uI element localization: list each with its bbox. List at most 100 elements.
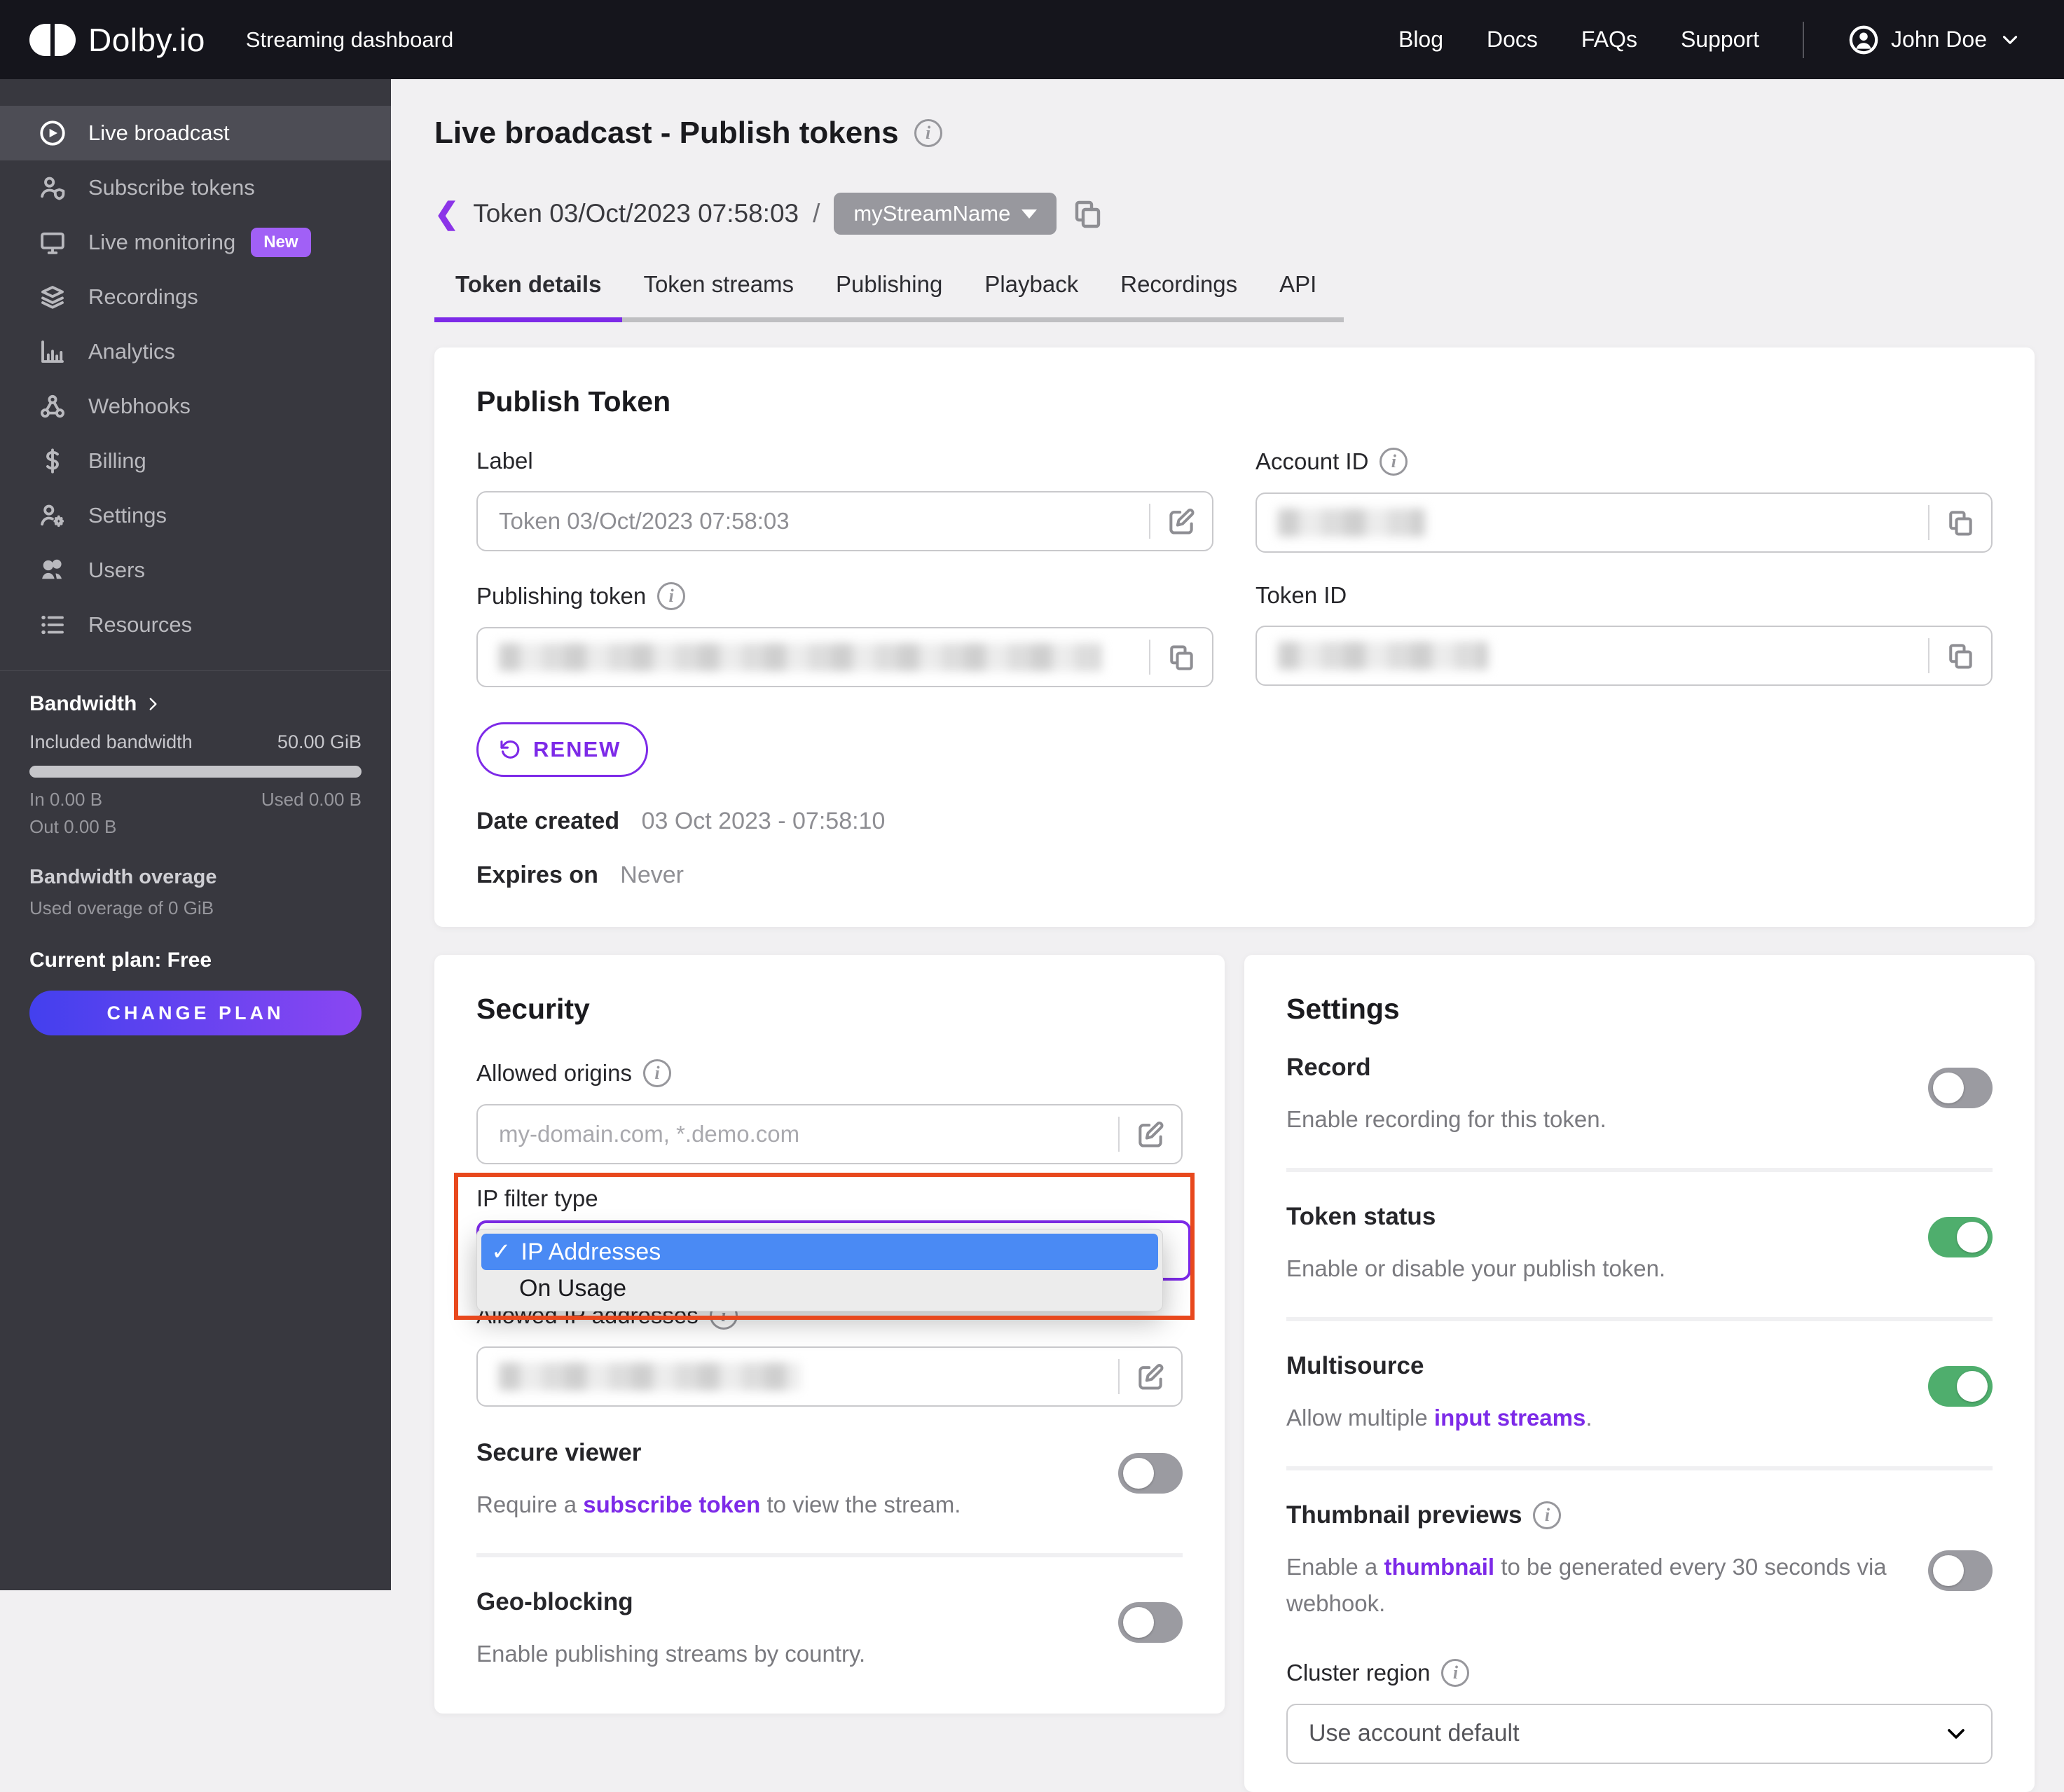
sidebar-item-settings[interactable]: Settings xyxy=(0,488,391,543)
nav-support[interactable]: Support xyxy=(1681,27,1759,53)
tab-publishing[interactable]: Publishing xyxy=(836,271,942,317)
copy-token-id-button[interactable] xyxy=(1929,640,1991,671)
allowed-ip-input[interactable] xyxy=(476,1346,1183,1407)
option-ip-addresses[interactable]: ✓ IP Addresses xyxy=(481,1234,1158,1270)
cluster-region-select[interactable]: Use account default xyxy=(1286,1703,1993,1764)
chevron-right-icon xyxy=(149,698,157,710)
ip-filter-type-label: IP filter type xyxy=(476,1185,598,1211)
record-toggle[interactable] xyxy=(1928,1068,1993,1108)
settings-card: Settings Record Enable recording for thi… xyxy=(1244,955,2035,1792)
account-id-info-icon[interactable]: i xyxy=(1380,448,1408,476)
sidebar-item-label: Live monitoring xyxy=(88,230,236,254)
multisource-toggle[interactable] xyxy=(1928,1366,1993,1407)
sidebar-item-recordings[interactable]: Recordings xyxy=(0,270,391,324)
thumbnail-toggle[interactable] xyxy=(1928,1550,1993,1592)
publishing-token-label: Publishing token xyxy=(476,583,647,609)
tab-token-details[interactable]: Token details xyxy=(455,271,601,317)
stream-name-dropdown[interactable]: myStreamName xyxy=(834,193,1057,235)
copy-icon xyxy=(1949,511,1972,536)
user-menu[interactable]: John Doe xyxy=(1848,24,2022,56)
nav-docs[interactable]: Docs xyxy=(1487,27,1538,53)
sidebar-item-live-monitoring[interactable]: Live monitoring New xyxy=(0,215,391,270)
dolby-logo-icon xyxy=(29,23,76,56)
copy-account-id-button[interactable] xyxy=(1929,507,1991,538)
label-input[interactable]: Token 03/Oct/2023 07:58:03 xyxy=(476,491,1213,551)
tab-token-streams[interactable]: Token streams xyxy=(643,271,794,317)
copy-stream-button[interactable] xyxy=(1071,197,1104,230)
publish-token-heading: Publish Token xyxy=(476,385,671,418)
tab-playback[interactable]: Playback xyxy=(984,271,1078,317)
dollar-icon xyxy=(46,448,59,474)
bandwidth-overage-desc: Used overage of 0 GiB xyxy=(29,897,214,918)
bandwidth-progress-bar xyxy=(29,766,362,778)
sidebar-item-subscribe-tokens[interactable]: Subscribe tokens xyxy=(0,160,391,215)
option-on-usage[interactable]: On Usage xyxy=(481,1270,1158,1307)
sidebar-item-billing[interactable]: Billing xyxy=(0,434,391,488)
bandwidth-title[interactable]: Bandwidth xyxy=(29,692,362,716)
settings-heading: Settings xyxy=(1286,993,1400,1025)
sidebar-item-users[interactable]: Users xyxy=(0,543,391,598)
section-divider xyxy=(476,1553,1183,1558)
tab-recordings[interactable]: Recordings xyxy=(1120,271,1237,317)
token-id-label: Token ID xyxy=(1255,582,1347,608)
sidebar-item-webhooks[interactable]: Webhooks xyxy=(0,379,391,434)
brand-logo[interactable]: Dolby.io xyxy=(29,21,205,59)
publishing-token-field xyxy=(476,627,1213,687)
thumbnail-info-icon[interactable]: i xyxy=(1533,1501,1562,1530)
sidebar-item-analytics[interactable]: Analytics xyxy=(0,324,391,379)
edit-label-button[interactable] xyxy=(1150,506,1212,537)
change-plan-button[interactable]: CHANGE PLAN xyxy=(29,991,362,1035)
security-card: Security Allowed origins i my-domain.com… xyxy=(434,955,1225,1714)
tab-api[interactable]: API xyxy=(1279,271,1316,317)
record-label: Record xyxy=(1286,1054,1371,1081)
input-streams-link[interactable]: input streams xyxy=(1434,1405,1585,1431)
thumbnail-link[interactable]: thumbnail xyxy=(1384,1554,1494,1580)
geo-blocking-toggle[interactable] xyxy=(1118,1602,1183,1643)
caret-down-icon xyxy=(1021,209,1038,219)
sidebar-item-label: Users xyxy=(88,558,145,582)
sidebar-item-label: Live broadcast xyxy=(88,120,230,145)
edit-allowed-origins-button[interactable] xyxy=(1120,1119,1181,1150)
sidebar-nav: Live broadcast Subscribe tokens Live mon… xyxy=(0,79,391,652)
page-info-icon[interactable]: i xyxy=(914,119,942,147)
list-icon xyxy=(41,615,64,635)
secure-viewer-toggle[interactable] xyxy=(1118,1453,1183,1494)
sidebar-item-live-broadcast[interactable]: Live broadcast xyxy=(0,106,391,160)
included-bandwidth-label: Included bandwidth xyxy=(29,731,193,752)
checkmark-icon: ✓ xyxy=(491,1239,511,1265)
token-id-field xyxy=(1255,626,1993,686)
date-created-label: Date created xyxy=(476,808,620,834)
person-shield-icon xyxy=(41,177,65,200)
sidebar-item-label: Webhooks xyxy=(88,394,191,418)
product-name: Streaming dashboard xyxy=(245,27,454,52)
subscribe-token-link[interactable]: subscribe token xyxy=(583,1491,760,1517)
broadcast-icon xyxy=(40,120,65,146)
layers-icon xyxy=(41,286,64,309)
new-badge: New xyxy=(251,228,311,257)
back-chevron-icon[interactable]: ❮ xyxy=(434,199,459,228)
chevron-down-icon xyxy=(1948,1728,1965,1739)
current-plan: Current plan: Free xyxy=(29,949,212,972)
bar-chart-icon xyxy=(41,340,64,363)
publishing-token-info-icon[interactable]: i xyxy=(657,582,686,610)
renew-button[interactable]: RENEW xyxy=(476,722,649,777)
geo-blocking-label: Geo-blocking xyxy=(476,1588,633,1616)
breadcrumb: ❮ Token 03/Oct/2023 07:58:03 / myStreamN… xyxy=(434,193,2064,235)
token-status-toggle[interactable] xyxy=(1928,1217,1993,1258)
multisource-label: Multisource xyxy=(1286,1352,1424,1380)
copy-publishing-token-button[interactable] xyxy=(1150,642,1212,673)
edit-allowed-ip-button[interactable] xyxy=(1120,1361,1181,1392)
label-field-label: Label xyxy=(476,448,533,474)
ip-filter-dropdown-menu: ✓ IP Addresses On Usage xyxy=(476,1229,1163,1311)
sidebar-item-label: Settings xyxy=(88,503,167,528)
redacted-account-id xyxy=(1278,509,1425,537)
nav-faqs[interactable]: FAQs xyxy=(1581,27,1637,53)
cluster-region-info-icon[interactable]: i xyxy=(1441,1658,1470,1687)
token-status-desc: Enable or disable your publish token. xyxy=(1286,1255,1666,1282)
sidebar-item-resources[interactable]: Resources xyxy=(0,598,391,652)
secure-viewer-label: Secure viewer xyxy=(476,1439,642,1466)
allowed-origins-info-icon[interactable]: i xyxy=(642,1059,671,1087)
section-divider xyxy=(1286,1466,1993,1471)
nav-blog[interactable]: Blog xyxy=(1398,27,1443,53)
allowed-origins-input[interactable]: my-domain.com, *.demo.com xyxy=(476,1104,1183,1164)
